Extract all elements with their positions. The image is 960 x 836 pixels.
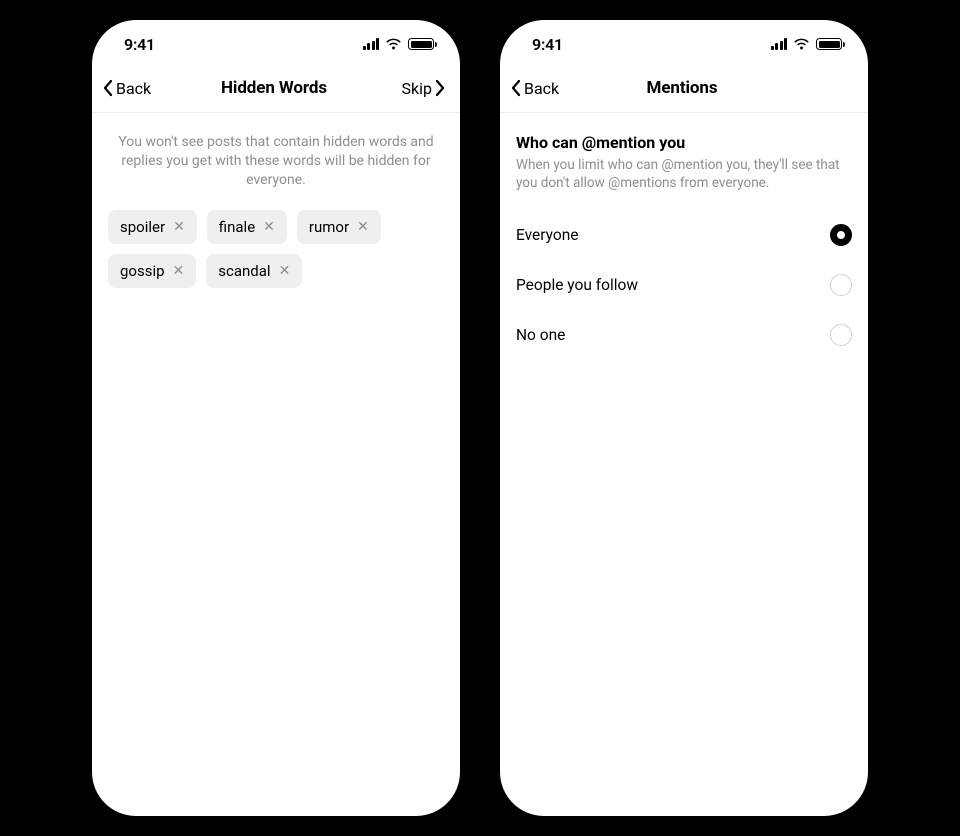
radio-unselected-icon [830,274,852,296]
skip-button[interactable]: Skip [386,79,446,98]
wifi-icon [385,38,402,50]
chip-label: scandal [218,262,270,280]
chevron-left-icon [102,79,114,97]
option-label: Everyone [516,226,578,244]
radio-unselected-icon [830,324,852,346]
option-label: No one [516,326,565,344]
cellular-signal-icon [363,38,380,50]
back-label: Back [116,79,151,98]
back-button[interactable]: Back [102,79,162,98]
mention-option-everyone[interactable]: Everyone [516,210,852,260]
chip-label: gossip [120,262,165,280]
option-label: People you follow [516,276,638,294]
mention-option-noone[interactable]: No one [516,310,852,360]
chip-label: rumor [309,218,349,236]
battery-icon [816,38,842,50]
status-time: 9:41 [124,35,155,54]
remove-chip-icon[interactable]: ✕ [173,220,185,234]
nav-bar: Back Mentions [500,68,868,113]
status-icons [771,38,843,50]
radio-selected-icon [830,224,852,246]
chevron-left-icon [510,79,522,97]
mention-option-following[interactable]: People you follow [516,260,852,310]
content-area: Who can @mention you When you limit who … [500,113,868,380]
description-text: You won't see posts that contain hidden … [108,133,444,210]
chevron-right-icon [434,79,446,97]
phone-right-mentions: 9:41 Back Mentions Who can @mention you … [500,20,868,816]
section-title: Who can @mention you [516,133,852,152]
battery-icon [408,38,434,50]
nav-bar: Back Hidden Words Skip [92,68,460,113]
page-title: Mentions [647,78,718,98]
section-subtitle: When you limit who can @mention you, the… [516,156,852,192]
cellular-signal-icon [771,38,788,50]
back-button[interactable]: Back [510,79,570,98]
hidden-word-chip[interactable]: spoiler ✕ [108,210,197,244]
chip-label: finale [219,218,255,236]
hidden-word-chip[interactable]: gossip ✕ [108,254,196,288]
content-area: You won't see posts that contain hidden … [92,113,460,308]
status-icons [363,38,435,50]
status-bar: 9:41 [500,20,868,68]
hidden-word-chip[interactable]: scandal ✕ [206,254,302,288]
remove-chip-icon[interactable]: ✕ [279,264,291,278]
phone-left-hidden-words: 9:41 Back Hidden Words Skip You won't se… [92,20,460,816]
remove-chip-icon[interactable]: ✕ [357,220,369,234]
remove-chip-icon[interactable]: ✕ [173,264,185,278]
status-bar: 9:41 [92,20,460,68]
wifi-icon [793,38,810,50]
remove-chip-icon[interactable]: ✕ [263,220,275,234]
hidden-word-chip[interactable]: rumor ✕ [297,210,381,244]
page-title: Hidden Words [221,78,327,98]
hidden-words-chip-list: spoiler ✕ finale ✕ rumor ✕ gossip ✕ scan… [108,210,444,288]
back-label: Back [524,79,559,98]
hidden-word-chip[interactable]: finale ✕ [207,210,287,244]
status-time: 9:41 [532,35,563,54]
skip-label: Skip [402,79,432,98]
chip-label: spoiler [120,218,165,236]
